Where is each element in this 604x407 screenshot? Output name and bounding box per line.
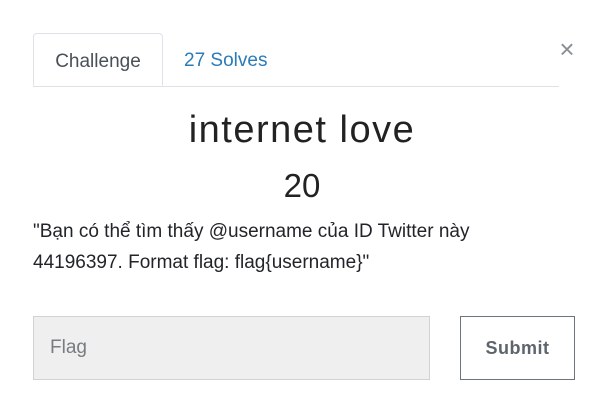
flag-input[interactable] <box>33 316 430 380</box>
challenge-title: internet love <box>188 109 416 151</box>
tab-solves[interactable]: 27 Solves <box>184 33 267 86</box>
description-line-2: 44196397. Format flag: flag{username}" <box>33 252 370 273</box>
tab-bar: Challenge 27 Solves <box>33 33 559 87</box>
submit-button[interactable]: Submit <box>460 316 575 380</box>
description-line-1: "Bạn có thể tìm thấy @username của ID Tw… <box>33 221 470 242</box>
challenge-description: "Bạn có thể tìm thấy @username của ID Tw… <box>33 216 573 278</box>
challenge-modal: Challenge 27 Solves × internet love 20 "… <box>0 0 604 407</box>
close-icon[interactable]: × <box>556 36 578 62</box>
challenge-points: 20 <box>283 167 321 204</box>
tab-challenge[interactable]: Challenge <box>33 33 163 86</box>
